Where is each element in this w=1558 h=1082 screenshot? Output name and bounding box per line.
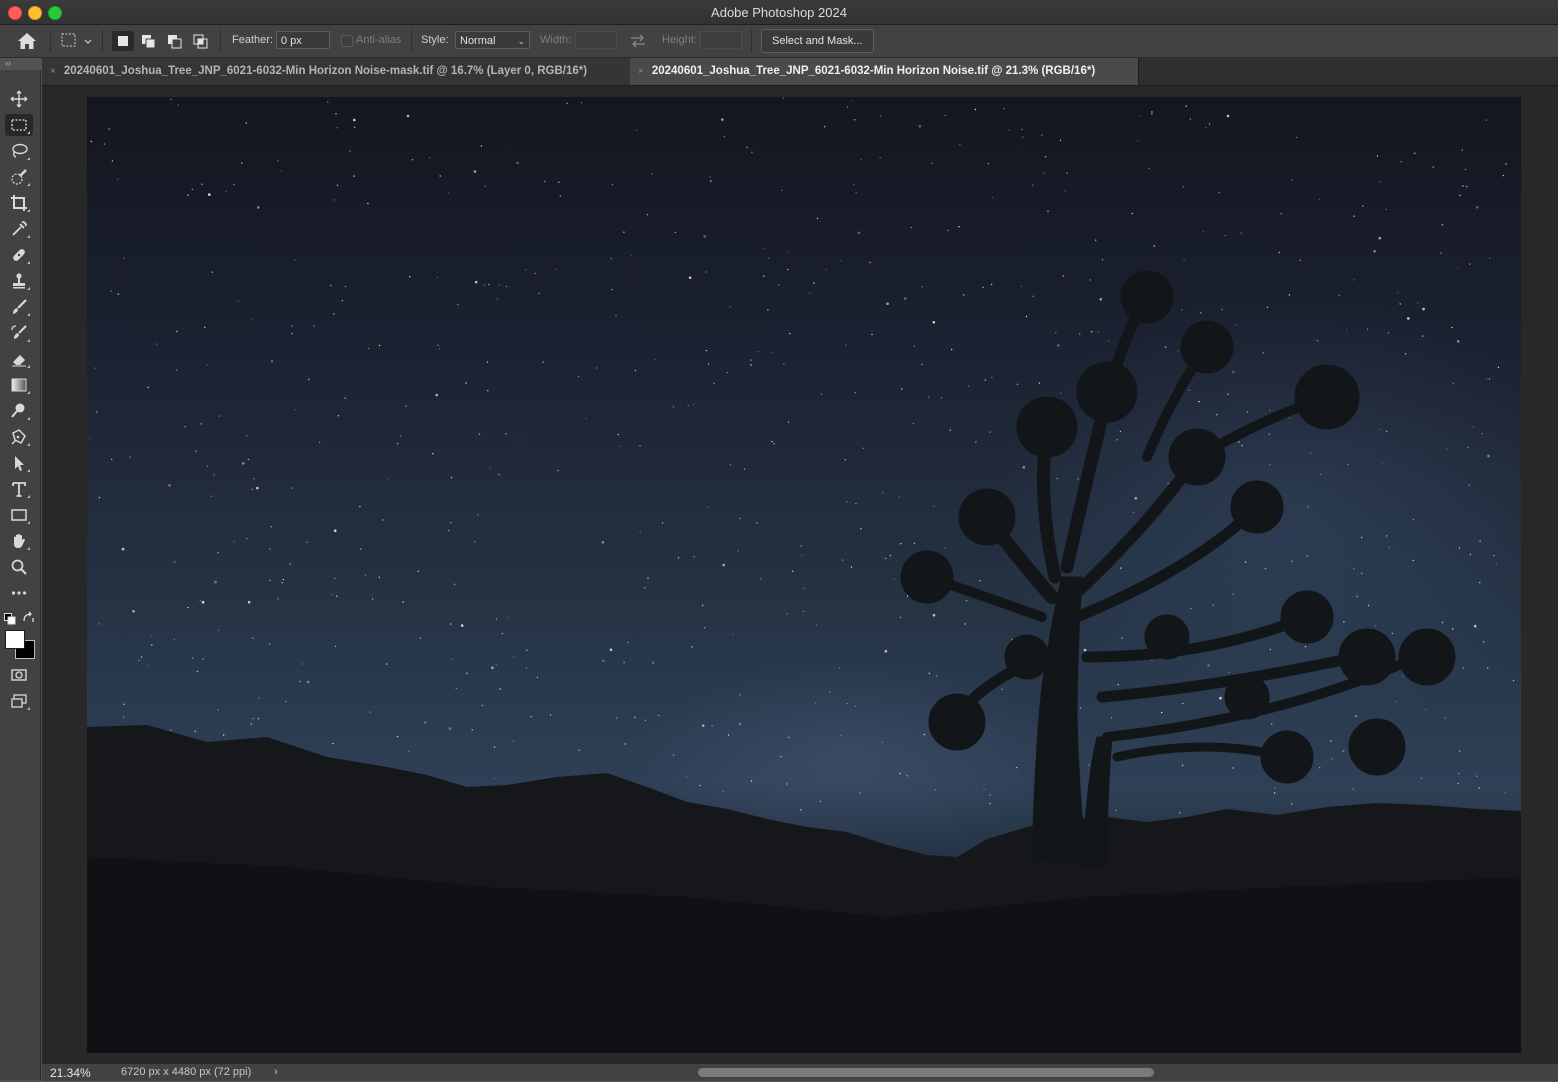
tab-label: 20240601_Joshua_Tree_JNP_6021-6032-Min H… bbox=[63, 65, 588, 77]
home-icon[interactable] bbox=[14, 30, 40, 52]
type-tool-icon[interactable] bbox=[5, 478, 33, 500]
crop-tool-icon[interactable] bbox=[5, 192, 33, 214]
style-select-value: Normal bbox=[460, 35, 496, 47]
swap-dimensions-icon[interactable] bbox=[628, 32, 648, 50]
close-tab-icon[interactable]: × bbox=[50, 66, 56, 77]
move-tool-icon[interactable] bbox=[5, 88, 33, 110]
close-tab-icon[interactable]: × bbox=[638, 66, 644, 77]
chevron-down-icon: ⌄ bbox=[517, 36, 525, 46]
height-label: Height: bbox=[662, 34, 697, 46]
eyedropper-tool-icon[interactable] bbox=[5, 218, 33, 240]
tab-document-active[interactable]: × 20240601_Joshua_Tree_JNP_6021-6032-Min … bbox=[630, 58, 1139, 85]
dodge-tool-icon[interactable] bbox=[5, 400, 33, 422]
tab-document-mask[interactable]: × 20240601_Joshua_Tree_JNP_6021-6032-Min … bbox=[42, 58, 637, 85]
new-selection-icon bbox=[118, 36, 128, 46]
divider bbox=[751, 30, 752, 52]
stars bbox=[89, 97, 1515, 818]
image-canvas[interactable] bbox=[87, 97, 1521, 1053]
tab-label: 20240601_Joshua_Tree_JNP_6021-6032-Min H… bbox=[651, 65, 1096, 77]
swap-colors-icon[interactable] bbox=[22, 611, 36, 624]
divider bbox=[411, 30, 412, 52]
edit-toolbar-icon[interactable] bbox=[5, 582, 33, 604]
add-to-selection-button[interactable] bbox=[138, 31, 160, 51]
intersect-selection-icon bbox=[193, 34, 208, 49]
joshua-tree-silhouette bbox=[900, 270, 1456, 868]
anti-alias-label: Anti-alias bbox=[356, 34, 402, 46]
title-bar: Adobe Photoshop 2024 bbox=[0, 0, 1558, 25]
status-bar: 21.34% 6720 px x 4480 px (72 ppi) › bbox=[42, 1063, 1558, 1081]
height-input[interactable] bbox=[700, 31, 742, 49]
path-selection-icon[interactable] bbox=[5, 452, 33, 474]
gradient-tool-icon[interactable] bbox=[5, 374, 33, 396]
quick-selection-tool-icon[interactable] bbox=[5, 166, 33, 188]
intersect-selection-button[interactable] bbox=[190, 31, 212, 51]
style-select[interactable]: Normal ⌄ bbox=[455, 31, 530, 49]
clone-stamp-icon[interactable] bbox=[5, 270, 33, 292]
lasso-tool-icon[interactable] bbox=[5, 140, 33, 162]
feather-input[interactable]: 0 px bbox=[276, 31, 330, 49]
document-info: 6720 px x 4480 px (72 ppi) bbox=[121, 1066, 252, 1078]
style-label: Style: bbox=[421, 34, 449, 46]
brush-tool-icon[interactable] bbox=[5, 296, 33, 318]
divider bbox=[50, 30, 51, 52]
spot-healing-brush-icon[interactable] bbox=[5, 244, 33, 266]
screen-mode-icon[interactable] bbox=[5, 690, 33, 712]
tools-panel bbox=[0, 70, 41, 1080]
eraser-tool-icon[interactable] bbox=[5, 348, 33, 370]
night-sky-image bbox=[87, 97, 1521, 1053]
add-selection-icon bbox=[142, 35, 156, 49]
width-input[interactable] bbox=[575, 31, 617, 49]
zoom-tool-icon[interactable] bbox=[5, 556, 33, 578]
anti-alias-checkbox[interactable] bbox=[341, 35, 353, 47]
app-title: Adobe Photoshop 2024 bbox=[711, 5, 847, 20]
options-bar: Feather: 0 px Anti-alias Style: Normal ⌄… bbox=[0, 25, 1558, 58]
subtract-from-selection-button[interactable] bbox=[164, 31, 186, 51]
rectangular-marquee-tool-icon[interactable] bbox=[5, 114, 33, 136]
width-label: Width: bbox=[540, 34, 572, 46]
foreground-color-swatch[interactable] bbox=[5, 630, 25, 649]
horizontal-scrollbar[interactable] bbox=[698, 1068, 1154, 1077]
tool-preset-picker[interactable] bbox=[60, 31, 92, 51]
subtract-selection-icon bbox=[168, 35, 182, 49]
rectangle-tool-icon[interactable] bbox=[5, 504, 33, 526]
new-selection-button[interactable] bbox=[112, 31, 134, 51]
feather-label: Feather: bbox=[232, 34, 273, 46]
expand-panels-icon[interactable]: ›› bbox=[0, 58, 46, 70]
divider bbox=[102, 30, 103, 52]
history-brush-icon[interactable] bbox=[5, 322, 33, 344]
default-colors-icon[interactable] bbox=[4, 612, 16, 625]
divider bbox=[220, 30, 221, 52]
select-and-mask-button[interactable]: Select and Mask... bbox=[761, 29, 874, 53]
marquee-preset-icon bbox=[61, 33, 92, 47]
document-tab-bar: × 20240601_Joshua_Tree_JNP_6021-6032-Min … bbox=[42, 58, 1558, 86]
pen-tool-icon[interactable] bbox=[5, 426, 33, 448]
status-menu-arrow-icon[interactable]: › bbox=[274, 1064, 278, 1081]
quick-mask-icon[interactable] bbox=[5, 664, 33, 686]
hand-tool-icon[interactable] bbox=[5, 530, 33, 552]
zoom-level[interactable]: 21.34% bbox=[50, 1065, 91, 1082]
